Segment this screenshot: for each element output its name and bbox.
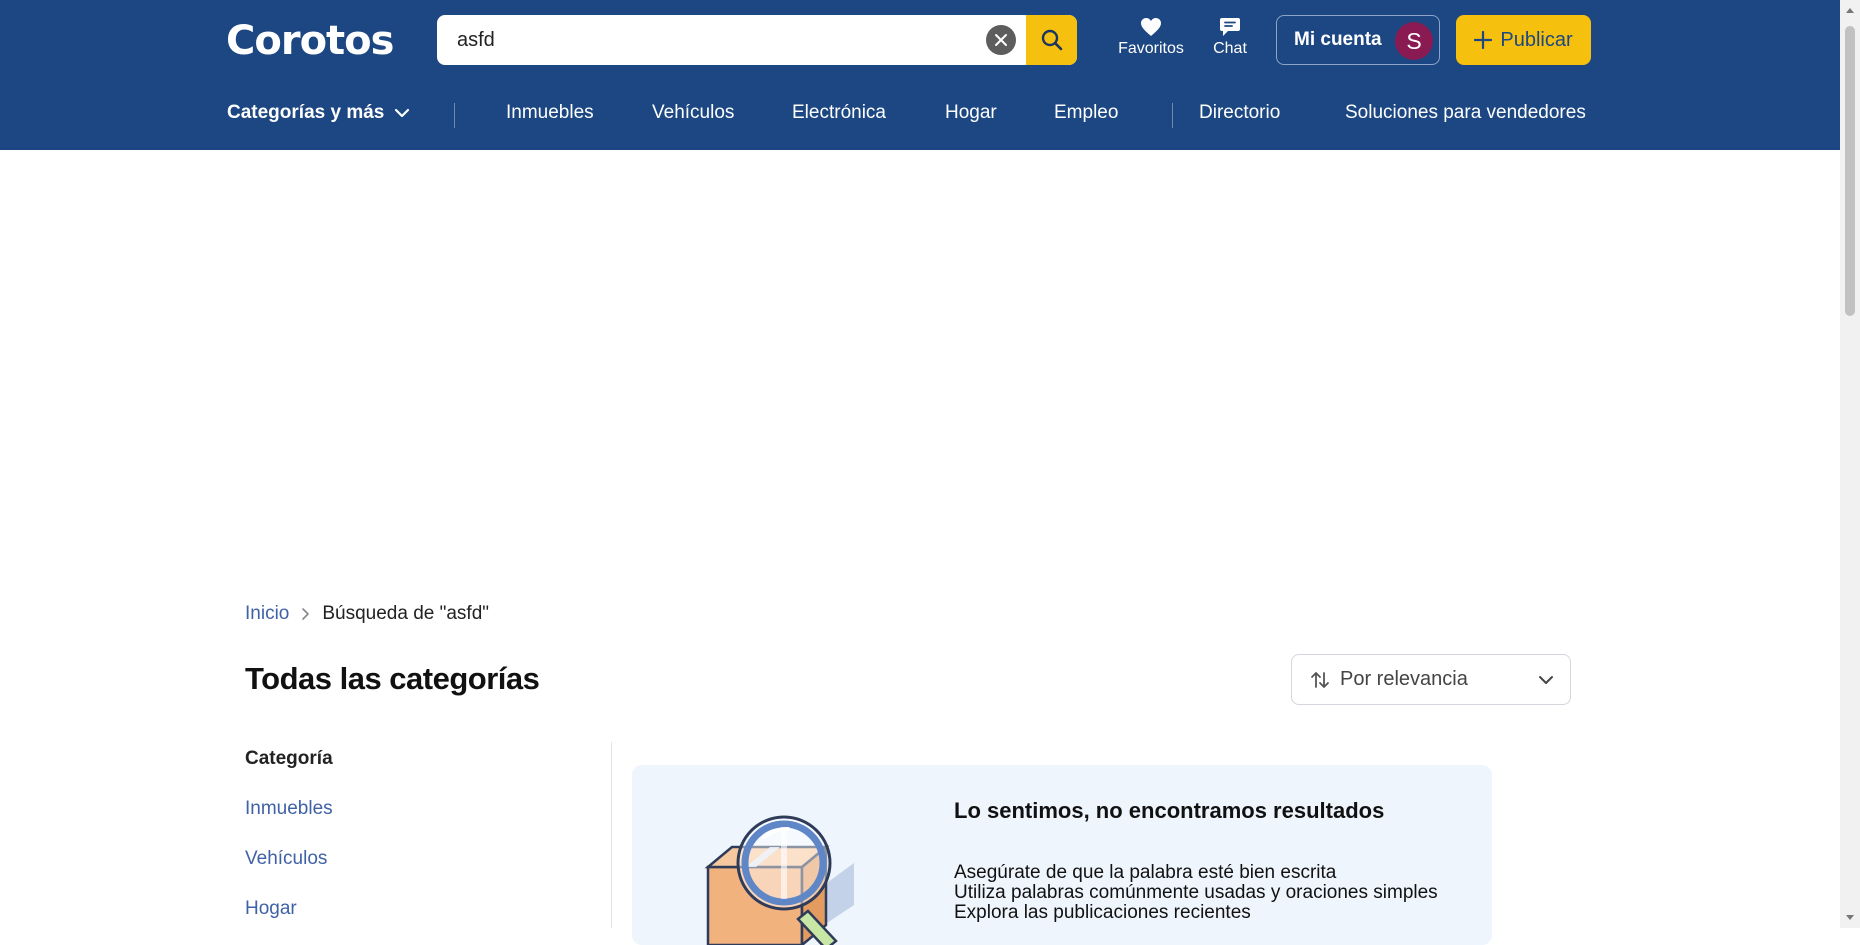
favorites-label: Favoritos xyxy=(1118,40,1184,57)
publish-label: Publicar xyxy=(1500,28,1573,51)
chat-bubble-icon xyxy=(1219,14,1241,40)
chevron-down-icon xyxy=(395,108,410,118)
scrollbar-thumb[interactable] xyxy=(1845,26,1855,316)
search-bar xyxy=(437,15,1077,65)
categories-dropdown[interactable]: Categorías y más xyxy=(227,102,410,124)
breadcrumb: Inicio Búsqueda de "asfd" xyxy=(245,603,489,625)
clear-icon[interactable] xyxy=(986,25,1016,55)
nav-item-electronica[interactable]: Electrónica xyxy=(792,102,886,124)
nav-item-hogar[interactable]: Hogar xyxy=(945,102,997,124)
nav-item-inmuebles[interactable]: Inmuebles xyxy=(506,102,594,124)
nav-item-empleo[interactable]: Empleo xyxy=(1054,102,1118,124)
sort-arrows-icon xyxy=(1311,671,1329,688)
tip-line: Utiliza palabras comúnmente usadas y ora… xyxy=(954,882,1438,903)
filter-item-hogar[interactable]: Hogar xyxy=(245,898,297,920)
breadcrumb-home-link[interactable]: Inicio xyxy=(245,603,289,625)
avatar: S xyxy=(1395,22,1433,60)
search-icon xyxy=(1041,29,1062,51)
filter-item-vehiculos[interactable]: Vehículos xyxy=(245,848,327,870)
scroll-up-arrow-icon[interactable] xyxy=(1845,6,1855,14)
nav-item-soluciones[interactable]: Soluciones para vendedores xyxy=(1345,102,1586,124)
search-input[interactable] xyxy=(437,15,997,65)
chat-label: Chat xyxy=(1213,40,1247,57)
heart-icon xyxy=(1140,14,1162,40)
nav-item-directorio[interactable]: Directorio xyxy=(1199,102,1280,124)
categories-label: Categorías y más xyxy=(227,102,385,123)
search-button[interactable] xyxy=(1026,15,1077,65)
favorites-link[interactable]: Favoritos xyxy=(1112,14,1190,58)
sort-selected-label: Por relevancia xyxy=(1340,668,1468,690)
account-button[interactable]: Mi cuenta S xyxy=(1276,15,1440,65)
no-results-panel: Lo sentimos, no encontramos resultados A… xyxy=(632,765,1492,945)
nav-item-vehiculos[interactable]: Vehículos xyxy=(652,102,734,124)
publish-button[interactable]: Publicar xyxy=(1456,15,1591,65)
scroll-down-arrow-icon[interactable] xyxy=(1845,914,1855,922)
filter-item-inmuebles[interactable]: Inmuebles xyxy=(245,798,333,820)
page-title: Todas las categorías xyxy=(245,661,540,696)
site-header: Corotos Favoritos Chat Mi cuenta S Publi… xyxy=(0,0,1840,150)
plus-icon xyxy=(1474,31,1493,49)
chevron-down-icon xyxy=(1538,671,1554,694)
chat-link[interactable]: Chat xyxy=(1206,14,1254,58)
no-results-title: Lo sentimos, no encontramos resultados xyxy=(954,798,1385,823)
tip-line: Explora las publicaciones recientes xyxy=(954,902,1251,923)
magnifier-box-illustration xyxy=(704,815,854,945)
breadcrumb-current: Búsqueda de "asfd" xyxy=(322,603,490,624)
chevron-right-icon xyxy=(301,607,310,621)
page-scrollbar[interactable] xyxy=(1840,0,1860,928)
nav-divider xyxy=(1172,103,1173,128)
sidebar-divider xyxy=(611,742,612,928)
sort-select[interactable]: Por relevancia xyxy=(1291,654,1571,705)
nav-divider xyxy=(454,103,455,128)
category-filter-title: Categoría xyxy=(245,748,333,769)
corotos-logo[interactable]: Corotos xyxy=(226,18,394,64)
no-results-tips: Asegúrate de que la palabra esté bien es… xyxy=(954,863,1438,923)
tip-line: Asegúrate de que la palabra esté bien es… xyxy=(954,862,1337,883)
account-label: Mi cuenta xyxy=(1294,29,1382,50)
